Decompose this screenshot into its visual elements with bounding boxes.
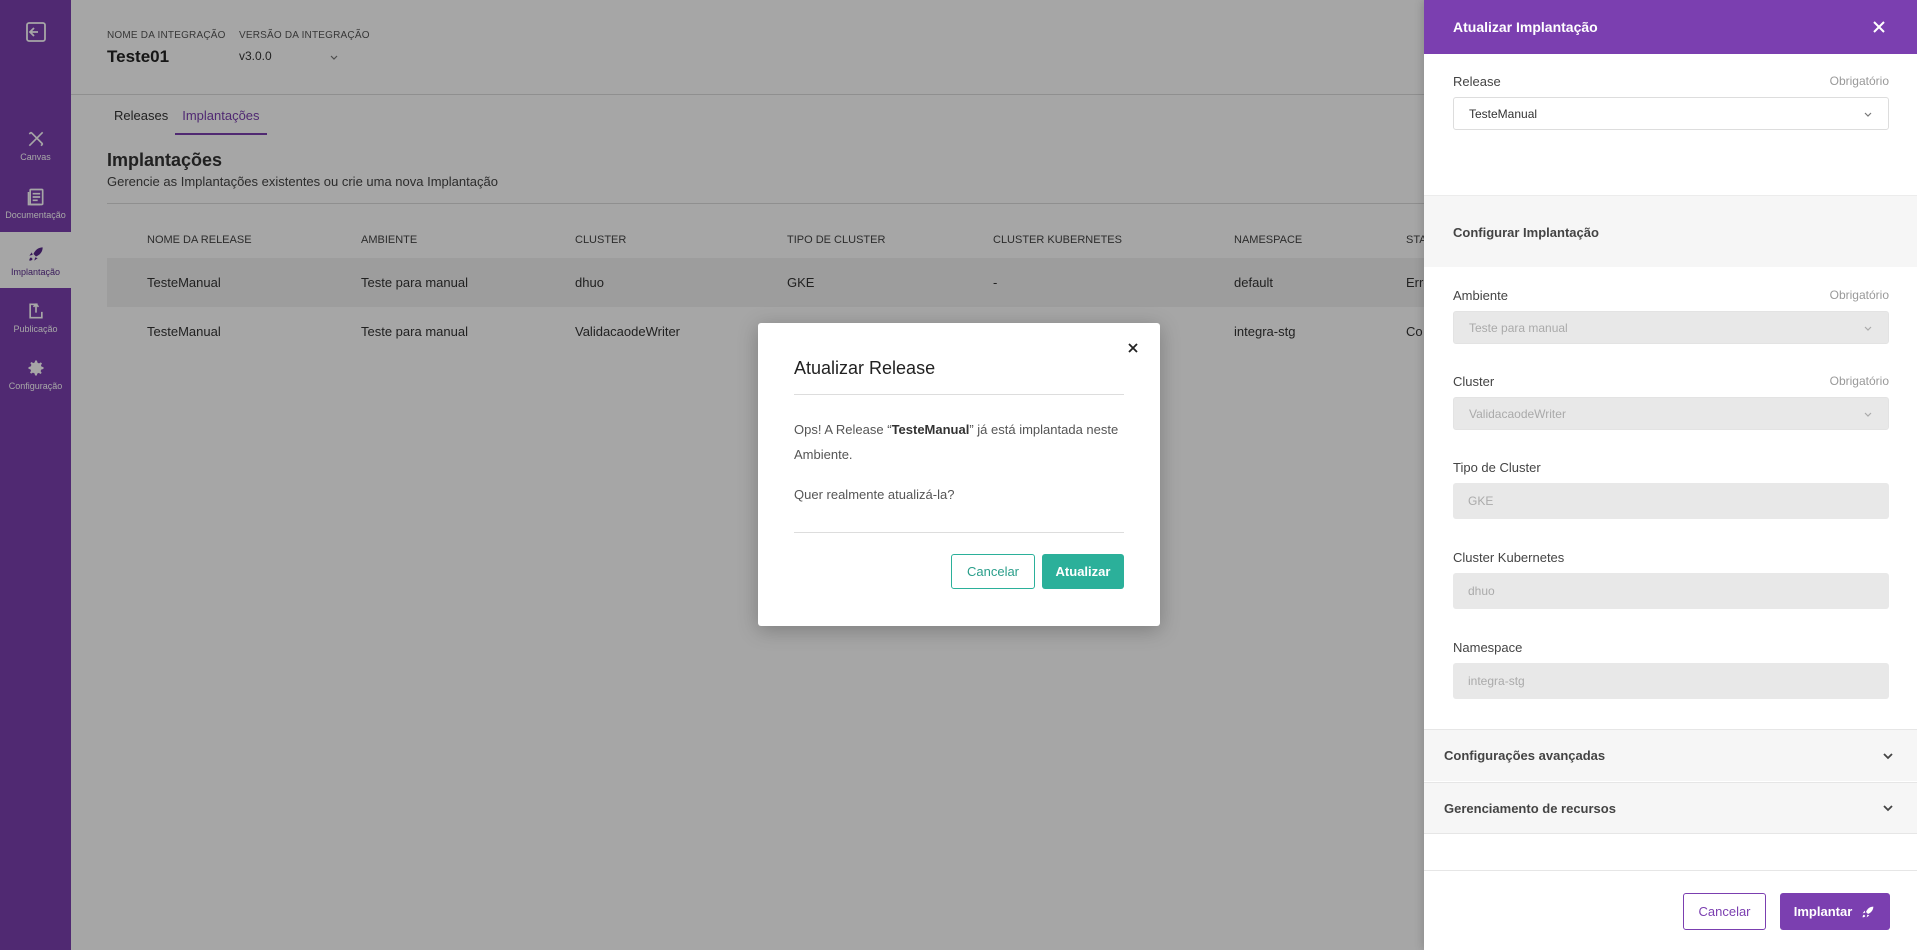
cluster-label-row: Cluster Obrigatório xyxy=(1453,374,1889,389)
ambiente-field: Ambiente Obrigatório Teste para manual xyxy=(1453,288,1889,344)
advanced-settings-accordion[interactable]: Configurações avançadas xyxy=(1424,729,1917,781)
advanced-settings-label: Configurações avançadas xyxy=(1444,748,1606,763)
close-icon[interactable] xyxy=(1870,18,1888,36)
dialog-message: Ops! A Release “TesteManual” já está imp… xyxy=(794,417,1124,467)
cluster-kubernetes-label: Cluster Kubernetes xyxy=(1453,550,1565,565)
panel-title: Atualizar Implantação xyxy=(1453,19,1598,35)
cluster-label: Cluster xyxy=(1453,374,1495,389)
update-release-dialog: Atualizar Release Ops! A Release “TesteM… xyxy=(758,323,1160,626)
cluster-select: ValidacaodeWriter xyxy=(1453,397,1889,430)
release-select[interactable]: TesteManual xyxy=(1453,97,1889,130)
namespace-input: integra-stg xyxy=(1453,663,1889,699)
config-section-title: Configurar Implantação xyxy=(1453,225,1599,240)
tipo-cluster-input: GKE xyxy=(1453,483,1889,519)
chevron-down-icon xyxy=(1864,412,1872,417)
namespace-label-row: Namespace xyxy=(1453,640,1889,655)
dialog-confirm-button[interactable]: Atualizar xyxy=(1042,554,1124,589)
chevron-down-icon xyxy=(1864,112,1872,117)
cluster-field: Cluster Obrigatório ValidacaodeWriter xyxy=(1453,374,1889,430)
chevron-down-icon xyxy=(1864,326,1872,331)
tipo-cluster-label: Tipo de Cluster xyxy=(1453,460,1541,475)
tipo-cluster-field: Tipo de Cluster GKE xyxy=(1453,460,1889,519)
cluster-kubernetes-label-row: Cluster Kubernetes xyxy=(1453,550,1889,565)
dialog-divider xyxy=(794,394,1124,395)
chevron-down-icon xyxy=(1883,805,1893,812)
release-label: Release xyxy=(1453,74,1501,89)
dialog-question: Quer realmente atualizá-la? xyxy=(794,487,955,502)
resource-management-label: Gerenciamento de recursos xyxy=(1444,800,1616,816)
ambiente-select: Teste para manual xyxy=(1453,311,1889,344)
panel-cancel-button[interactable]: Cancelar xyxy=(1683,893,1766,930)
resource-management-accordion[interactable]: Gerenciamento de recursos xyxy=(1424,782,1917,834)
ambiente-label-row: Ambiente Obrigatório xyxy=(1453,288,1889,303)
config-section-header: Configurar Implantação xyxy=(1424,195,1917,267)
update-deployment-panel: Atualizar Implantação Release Obrigatóri… xyxy=(1424,0,1917,950)
deploy-button[interactable]: Implantar xyxy=(1780,893,1890,930)
tipo-cluster-label-row: Tipo de Cluster xyxy=(1453,460,1889,475)
dialog-title: Atualizar Release xyxy=(794,358,936,378)
required-hint: Obrigatório xyxy=(1829,288,1889,302)
panel-header: Atualizar Implantação xyxy=(1424,0,1917,54)
release-field: Release Obrigatório TesteManual xyxy=(1453,74,1889,130)
modal-backdrop[interactable] xyxy=(0,0,1424,950)
chevron-down-icon xyxy=(1883,752,1893,759)
required-hint: Obrigatório xyxy=(1829,74,1889,88)
dialog-message-release: TesteManual xyxy=(891,422,970,437)
dialog-message-prefix: Ops! A Release “ xyxy=(794,422,892,437)
close-icon[interactable] xyxy=(1126,341,1140,355)
dialog-cancel-button[interactable]: Cancelar xyxy=(951,554,1035,589)
cluster-select-value: ValidacaodeWriter xyxy=(1469,406,1566,421)
release-select-value: TesteManual xyxy=(1469,106,1538,121)
cluster-kubernetes-field: Cluster Kubernetes dhuo xyxy=(1453,550,1889,609)
namespace-label: Namespace xyxy=(1453,640,1523,655)
ambiente-select-value: Teste para manual xyxy=(1469,320,1568,335)
dialog-divider xyxy=(794,532,1124,533)
deploy-button-label: Implantar xyxy=(1793,904,1853,919)
release-label-row: Release Obrigatório xyxy=(1453,74,1889,89)
rocket-icon xyxy=(1862,906,1874,917)
ambiente-label: Ambiente xyxy=(1453,288,1508,303)
cluster-kubernetes-input: dhuo xyxy=(1453,573,1889,609)
namespace-field: Namespace integra-stg xyxy=(1453,640,1889,699)
required-hint: Obrigatório xyxy=(1829,374,1889,388)
panel-footer-divider xyxy=(1424,870,1917,871)
